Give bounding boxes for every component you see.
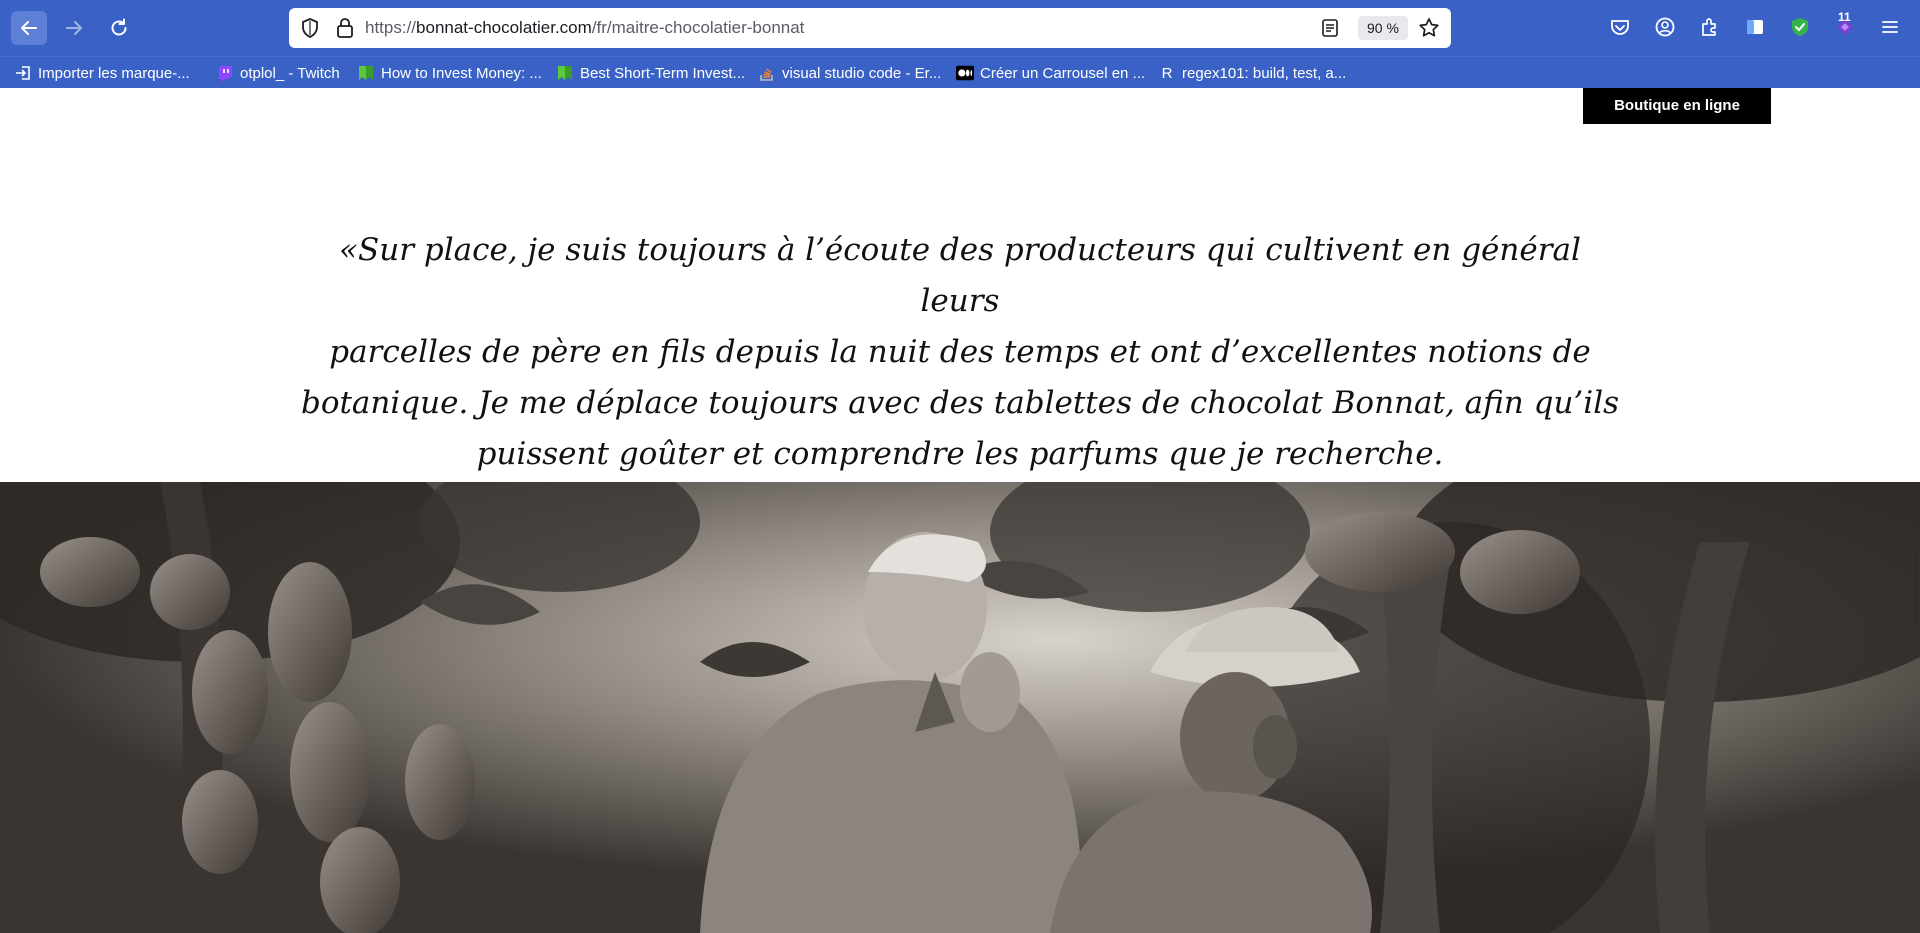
address-bar[interactable]: https://bonnat-chocolatier.com/fr/maitre… [289, 8, 1451, 48]
back-button[interactable] [11, 11, 47, 45]
forward-button[interactable] [56, 11, 92, 45]
bookmark-green-icon [556, 64, 574, 82]
pocket-icon[interactable] [1608, 15, 1632, 39]
regex-icon: R [1161, 64, 1173, 82]
bookmark-label: Créer un Carrousel en ... [980, 64, 1146, 82]
lock-icon[interactable] [335, 17, 355, 39]
shield-icon[interactable] [299, 17, 321, 39]
bookmark-label: regex101: build, test, a... [1182, 64, 1347, 82]
extension-badge: 11 [1838, 10, 1851, 24]
bookmark-item[interactable]: Importer les marque-... [14, 63, 190, 83]
bookmark-label: otplol_ - Twitch [240, 64, 340, 82]
twitch-icon [216, 64, 234, 82]
account-icon[interactable] [1653, 15, 1677, 39]
sidebar-icon[interactable] [1743, 15, 1767, 39]
bookmark-item[interactable]: visual studio code - Er... [758, 63, 941, 83]
scrollbar-thumb[interactable] [1914, 553, 1917, 625]
quote-line: puissent goûter et comprendre les parfum… [476, 436, 1444, 472]
bookmark-item[interactable]: Créer un Carrousel en ... [956, 63, 1145, 83]
bookmark-item[interactable]: otplol_ - Twitch [216, 63, 340, 83]
quote-block: «Sur place, je suis toujours à l’écoute … [300, 225, 1620, 480]
quote-line: parcelles de père en fils depuis la nuit… [329, 334, 1591, 370]
reload-icon [111, 18, 127, 36]
back-arrow-icon [21, 21, 37, 35]
quote-line: «Sur place, je suis toujours à l’écoute … [339, 232, 1581, 319]
web-page: Boutique en ligne «Sur place, je suis to… [0, 88, 1920, 933]
bookmark-label: Best Short-Term Invest... [580, 64, 746, 82]
bookmark-item[interactable]: How to Invest Money: ... [357, 63, 542, 83]
cocoa-plantation-photo [0, 482, 1920, 933]
url-protocol: https:// [365, 18, 417, 37]
zoom-indicator[interactable]: 90 % [1358, 16, 1408, 40]
bookmark-green-icon [357, 64, 375, 82]
medium-icon [956, 64, 974, 82]
stackoverflow-icon [758, 64, 776, 82]
bookmark-label: Importer les marque-... [38, 64, 190, 82]
bookmark-item[interactable]: Best Short-Term Invest... [556, 63, 745, 83]
quote-line: botanique. Je me déplace toujours avec d… [300, 385, 1620, 421]
forward-arrow-icon [66, 21, 82, 35]
menu-icon[interactable] [1878, 15, 1902, 39]
url-path: /fr/maitre-chocolatier-bonnat [591, 18, 805, 37]
bookmarks-bar: Importer les marque-... otplol_ - Twitch… [0, 56, 1920, 88]
url-text[interactable]: https://bonnat-chocolatier.com/fr/maitre… [365, 18, 804, 38]
extensions-icon[interactable] [1698, 15, 1722, 39]
url-domain: bonnat-chocolatier.com [416, 18, 592, 37]
star-icon[interactable] [1417, 16, 1441, 40]
reader-view-icon[interactable] [1320, 18, 1340, 38]
bookmark-label: How to Invest Money: ... [381, 64, 542, 82]
browser-toolbar: https://bonnat-chocolatier.com/fr/maitre… [0, 0, 1920, 56]
import-icon [14, 64, 32, 82]
online-shop-button[interactable]: Boutique en ligne [1583, 88, 1771, 124]
bookmark-item[interactable]: R regex101: build, test, a... [1158, 63, 1347, 83]
bookmark-label: visual studio code - Er... [782, 64, 942, 82]
adblock-shield-icon[interactable] [1788, 15, 1812, 39]
reload-button[interactable] [101, 11, 137, 45]
